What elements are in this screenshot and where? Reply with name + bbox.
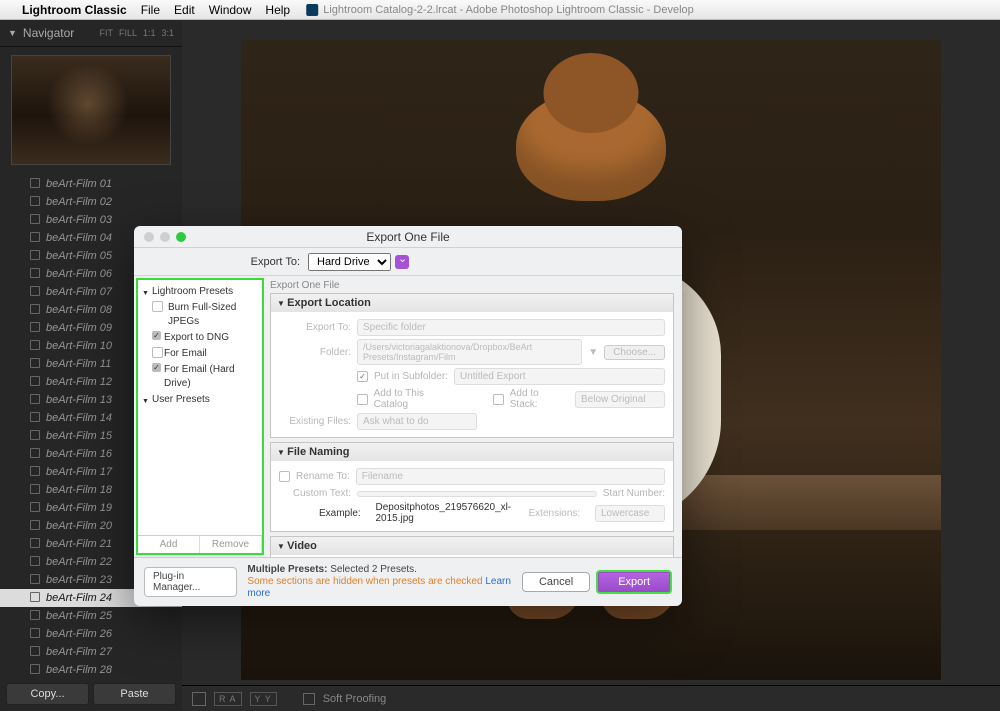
preset-row[interactable]: beArt-Film 27 bbox=[0, 643, 182, 661]
minimize-icon[interactable] bbox=[160, 232, 170, 242]
preset-remove-button[interactable]: Remove bbox=[200, 536, 262, 553]
before-after-split-icon[interactable]: Y Y bbox=[250, 692, 277, 706]
export-dialog: Export One File Export To: Hard Drive Pr… bbox=[134, 226, 682, 606]
window-menu[interactable]: Window bbox=[209, 3, 252, 17]
preset-export-dng[interactable]: Export to DNG bbox=[140, 330, 260, 346]
stack-position-select[interactable]: Below Original bbox=[575, 391, 665, 408]
preset-for-email-hd[interactable]: For Email (Hard Drive) bbox=[140, 362, 260, 392]
paste-button[interactable]: Paste bbox=[93, 683, 176, 705]
preset-row[interactable]: beArt-Film 28 bbox=[0, 661, 182, 677]
navigator-zoom-options[interactable]: FITFILL1:13:1 bbox=[93, 27, 174, 39]
window-title: Lightroom Catalog-2-2.lrcat - Adobe Phot… bbox=[306, 4, 694, 16]
preset-burn-jpeg[interactable]: Burn Full-Sized JPEGs bbox=[140, 300, 260, 330]
before-after-icon[interactable]: R A bbox=[214, 692, 242, 706]
plugin-manager-button[interactable]: Plug-in Manager... bbox=[144, 567, 237, 597]
rename-template-select[interactable]: Filename bbox=[356, 468, 665, 485]
macos-menubar: Lightroom Classic File Edit Window Help … bbox=[0, 0, 1000, 20]
develop-toolbar: R A Y Y Soft Proofing bbox=[182, 685, 1000, 711]
chevron-down-icon: ▼ bbox=[8, 28, 17, 38]
export-folder-type-select[interactable]: Specific folder bbox=[357, 319, 665, 336]
export-settings-pane: Export One File Export Location Export T… bbox=[266, 276, 682, 557]
cancel-button[interactable]: Cancel bbox=[522, 572, 590, 592]
export-to-select[interactable]: Hard Drive bbox=[308, 253, 391, 271]
custom-text-input[interactable] bbox=[357, 491, 597, 497]
preset-row[interactable]: beArt-Film 01 bbox=[0, 175, 182, 193]
put-in-subfolder-checkbox[interactable] bbox=[357, 371, 368, 382]
edit-menu[interactable]: Edit bbox=[174, 3, 195, 17]
dialog-titlebar[interactable]: Export One File bbox=[134, 226, 682, 248]
preset-add-button[interactable]: Add bbox=[138, 536, 200, 553]
choose-folder-button[interactable]: Choose... bbox=[604, 345, 665, 360]
export-button[interactable]: Export bbox=[596, 570, 672, 594]
export-folder-path: /Users/victoriagalaktionova/Dropbox/BeAr… bbox=[357, 339, 582, 365]
preset-header: Preset: bbox=[138, 276, 170, 277]
copy-button[interactable]: Copy... bbox=[6, 683, 89, 705]
section-export-location: Export Location Export To:Specific folde… bbox=[270, 293, 674, 438]
preset-row[interactable]: beArt-Film 02 bbox=[0, 193, 182, 211]
close-icon[interactable] bbox=[144, 232, 154, 242]
navigator-thumbnail[interactable] bbox=[11, 55, 171, 165]
navigator-header[interactable]: ▼ Navigator FITFILL1:13:1 bbox=[0, 20, 182, 47]
preset-row[interactable]: beArt-Film 25 bbox=[0, 607, 182, 625]
zoom-icon[interactable] bbox=[176, 232, 186, 242]
filename-example: Depositphotos_219576620_xl-2015.jpg bbox=[375, 502, 516, 524]
existing-files-select[interactable]: Ask what to do bbox=[357, 413, 477, 430]
add-to-stack-checkbox[interactable] bbox=[493, 394, 504, 405]
dialog-title: Export One File bbox=[366, 230, 449, 244]
export-to-dropdown-icon[interactable] bbox=[395, 255, 409, 269]
loupe-view-icon[interactable] bbox=[192, 692, 206, 706]
add-to-catalog-checkbox[interactable] bbox=[357, 394, 368, 405]
extension-case-select[interactable]: Lowercase bbox=[595, 505, 665, 522]
settings-header: Export One File bbox=[270, 280, 674, 291]
export-preset-pane: Preset: Lightroom Presets Burn Full-Size… bbox=[136, 278, 264, 555]
preset-for-email[interactable]: For Email bbox=[140, 346, 260, 362]
preset-group-user[interactable]: User Presets bbox=[140, 392, 260, 408]
preset-row[interactable]: beArt-Film 26 bbox=[0, 625, 182, 643]
rename-to-checkbox[interactable] bbox=[279, 471, 290, 482]
section-export-location-header[interactable]: Export Location bbox=[271, 294, 673, 312]
preset-group-lightroom[interactable]: Lightroom Presets bbox=[140, 284, 260, 300]
section-video-header[interactable]: Video bbox=[271, 537, 673, 555]
dialog-footer: Plug-in Manager... Multiple Presets: Sel… bbox=[134, 557, 682, 606]
app-menu[interactable]: Lightroom Classic bbox=[22, 3, 127, 17]
lr-logo-icon bbox=[306, 4, 318, 16]
soft-proofing-label: Soft Proofing bbox=[323, 693, 387, 705]
export-to-label: Export To: bbox=[144, 256, 308, 268]
soft-proofing-checkbox[interactable] bbox=[303, 693, 315, 705]
file-menu[interactable]: File bbox=[141, 3, 160, 17]
section-video: Video Include Video Files: Video Format:… bbox=[270, 536, 674, 557]
section-file-naming-header[interactable]: File Naming bbox=[271, 443, 673, 461]
subfolder-input[interactable]: Untitled Export bbox=[454, 368, 665, 385]
help-menu[interactable]: Help bbox=[265, 3, 290, 17]
section-file-naming: File Naming Rename To:Filename Custom Te… bbox=[270, 442, 674, 532]
